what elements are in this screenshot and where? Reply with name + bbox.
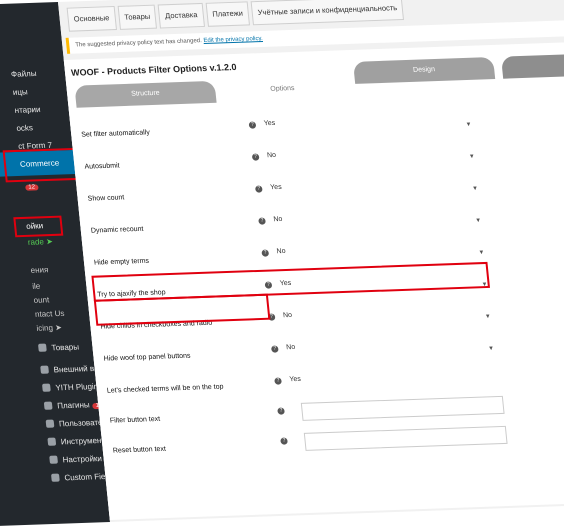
chevron-down-icon: ▼ [484,313,492,321]
sidebar-item-upgrade[interactable]: rade ➤ [27,237,53,247]
filter-button-text-input[interactable] [300,395,505,421]
sidebar-item-profile[interactable]: ile [32,282,41,291]
panel-title: WOOF - Products Filter Options v.1.2.0 [70,61,237,78]
option-select[interactable]: Yes [270,184,282,191]
main-content: Основные Товары Доставка Платежи Учётные… [58,0,564,522]
help-icon[interactable]: ? [277,407,285,415]
chevron-down-icon: ▼ [471,185,479,193]
option-select[interactable]: No [276,248,286,255]
tab-accounts-privacy[interactable]: Учётные записи и конфиденциальность [250,0,405,26]
sidebar-item-plugins[interactable]: Плагины1 [43,400,103,411]
tab-design[interactable]: Design [353,56,496,84]
sidebar-item-pages[interactable]: ицы [12,87,28,97]
highlight-settings [13,215,64,238]
brush-icon [40,365,49,374]
yith-icon [42,383,51,392]
tab-general[interactable]: Основные [66,6,117,32]
highlight-woocommerce [2,147,80,183]
sidebar-item-yith-plugins[interactable]: YITH Plugins [42,382,103,393]
screenshot-scene: Файлы ицы нтарии ocks ct Form 7 Commerce… [0,0,564,526]
option-label: Let's checked terms will be on the top [106,383,224,395]
option-label: Hide empty terms [93,257,150,267]
tab-products[interactable]: Товары [117,4,158,30]
chevron-down-icon: ▼ [487,345,495,353]
plug-icon [43,401,53,410]
wrench-icon [47,437,57,446]
sidebar-item-pricing[interactable]: icing ➤ [36,323,62,333]
sidebar-item-blocks[interactable]: ocks [16,123,33,133]
help-icon[interactable]: ? [248,121,257,129]
option-select[interactable]: No [267,152,277,159]
help-icon[interactable]: ? [274,377,282,385]
sidebar-item-orders[interactable]: 12 [22,181,39,191]
sidebar-item-files[interactable]: Файлы [11,69,37,79]
help-icon[interactable]: ? [258,217,266,225]
option-label: Reset button text [112,445,167,455]
tab-structure[interactable]: Structure [74,80,217,108]
help-icon[interactable]: ? [261,249,270,257]
fields-icon [51,473,60,482]
sidebar-item-extensions[interactable]: ения [30,265,49,275]
option-label: Hide woof top panel buttons [103,352,191,363]
sliders-icon [49,455,58,464]
help-icon[interactable]: ? [271,345,279,353]
sidebar-item-products[interactable]: Товары [38,342,79,352]
chevron-down-icon: ▼ [465,121,472,129]
option-label: Autosubmit [84,162,120,171]
products-icon [38,343,47,352]
help-icon[interactable]: ? [251,153,260,161]
chevron-down-icon: ▼ [478,249,485,257]
option-select[interactable]: Yes [264,120,276,127]
help-icon[interactable]: ? [255,185,263,193]
orders-count-badge: 12 [25,184,39,191]
sidebar-item-comments[interactable]: нтарии [14,105,41,115]
sidebar-item-account[interactable]: ount [33,295,49,305]
chevron-down-icon: ▼ [475,217,482,225]
tab-shipping[interactable]: Доставка [158,2,205,29]
sidebar-item-contact-us[interactable]: ntact Us [35,309,65,319]
help-icon[interactable]: ? [280,437,288,445]
option-label: Set filter automatically [81,129,151,139]
option-select[interactable]: No [283,312,293,319]
tab-advanced[interactable]: A [501,51,564,79]
woof-options-panel: WOOF - Products Filter Options v.1.2.0 S… [63,40,564,520]
option-label: Dynamic recount [90,225,144,235]
option-label: Show count [87,194,125,203]
reset-button-text-input[interactable] [303,425,508,451]
chevron-down-icon: ▼ [468,153,476,161]
option-select[interactable]: No [273,216,283,223]
tab-payments[interactable]: Платежи [205,1,251,27]
option-select[interactable]: No [286,344,296,351]
tab-options[interactable]: Options [246,77,318,101]
option-label: Filter button text [109,415,161,425]
option-select[interactable]: Yes [289,376,301,383]
users-icon [45,419,55,428]
sidebar-item-settings-main[interactable]: Настройки [49,454,102,465]
edit-privacy-policy-link[interactable]: Edit the privacy policy. [203,36,263,44]
